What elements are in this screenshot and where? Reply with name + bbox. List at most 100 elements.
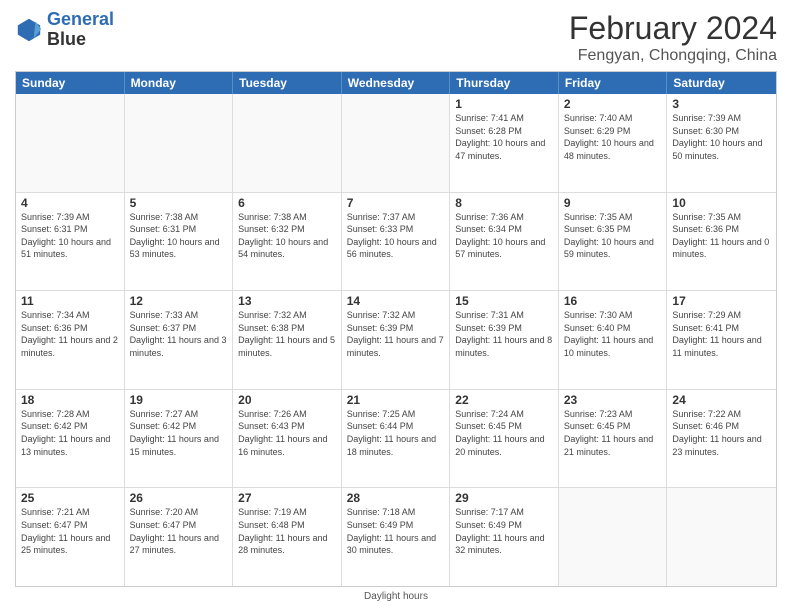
- calendar-body: 1Sunrise: 7:41 AM Sunset: 6:28 PM Daylig…: [16, 94, 776, 586]
- day-info: Sunrise: 7:32 AM Sunset: 6:38 PM Dayligh…: [238, 309, 336, 359]
- page-subtitle: Fengyan, Chongqing, China: [569, 47, 777, 65]
- logo-line1: General: [47, 9, 114, 29]
- day-number: 27: [238, 491, 336, 505]
- day-info: Sunrise: 7:29 AM Sunset: 6:41 PM Dayligh…: [672, 309, 771, 359]
- day-number: 16: [564, 294, 662, 308]
- day-number: 1: [455, 97, 553, 111]
- calendar-cell: 24Sunrise: 7:22 AM Sunset: 6:46 PM Dayli…: [667, 390, 776, 488]
- day-number: 5: [130, 196, 228, 210]
- day-info: Sunrise: 7:20 AM Sunset: 6:47 PM Dayligh…: [130, 506, 228, 556]
- day-info: Sunrise: 7:33 AM Sunset: 6:37 PM Dayligh…: [130, 309, 228, 359]
- logo-line2: Blue: [47, 30, 114, 50]
- calendar-cell: 21Sunrise: 7:25 AM Sunset: 6:44 PM Dayli…: [342, 390, 451, 488]
- calendar-cell: [16, 94, 125, 192]
- page-title: February 2024: [569, 10, 777, 47]
- day-info: Sunrise: 7:40 AM Sunset: 6:29 PM Dayligh…: [564, 112, 662, 162]
- title-block: February 2024 Fengyan, Chongqing, China: [569, 10, 777, 65]
- day-number: 10: [672, 196, 771, 210]
- day-info: Sunrise: 7:22 AM Sunset: 6:46 PM Dayligh…: [672, 408, 771, 458]
- day-number: 23: [564, 393, 662, 407]
- calendar-cell: 7Sunrise: 7:37 AM Sunset: 6:33 PM Daylig…: [342, 193, 451, 291]
- calendar-cell: 23Sunrise: 7:23 AM Sunset: 6:45 PM Dayli…: [559, 390, 668, 488]
- page: General Blue February 2024 Fengyan, Chon…: [0, 0, 792, 612]
- day-info: Sunrise: 7:35 AM Sunset: 6:36 PM Dayligh…: [672, 211, 771, 261]
- day-number: 14: [347, 294, 445, 308]
- calendar-cell: 6Sunrise: 7:38 AM Sunset: 6:32 PM Daylig…: [233, 193, 342, 291]
- calendar-header: SundayMondayTuesdayWednesdayThursdayFrid…: [16, 72, 776, 94]
- calendar-header-cell: Friday: [559, 72, 668, 94]
- day-number: 13: [238, 294, 336, 308]
- calendar-cell: 17Sunrise: 7:29 AM Sunset: 6:41 PM Dayli…: [667, 291, 776, 389]
- day-info: Sunrise: 7:41 AM Sunset: 6:28 PM Dayligh…: [455, 112, 553, 162]
- day-info: Sunrise: 7:36 AM Sunset: 6:34 PM Dayligh…: [455, 211, 553, 261]
- calendar-header-cell: Tuesday: [233, 72, 342, 94]
- day-number: 12: [130, 294, 228, 308]
- day-info: Sunrise: 7:19 AM Sunset: 6:48 PM Dayligh…: [238, 506, 336, 556]
- calendar-cell: 10Sunrise: 7:35 AM Sunset: 6:36 PM Dayli…: [667, 193, 776, 291]
- day-number: 24: [672, 393, 771, 407]
- calendar-cell: 8Sunrise: 7:36 AM Sunset: 6:34 PM Daylig…: [450, 193, 559, 291]
- calendar-cell: 19Sunrise: 7:27 AM Sunset: 6:42 PM Dayli…: [125, 390, 234, 488]
- logo: General Blue: [15, 10, 114, 50]
- day-info: Sunrise: 7:26 AM Sunset: 6:43 PM Dayligh…: [238, 408, 336, 458]
- calendar-header-cell: Saturday: [667, 72, 776, 94]
- calendar-cell: 2Sunrise: 7:40 AM Sunset: 6:29 PM Daylig…: [559, 94, 668, 192]
- calendar-cell: 16Sunrise: 7:30 AM Sunset: 6:40 PM Dayli…: [559, 291, 668, 389]
- day-number: 9: [564, 196, 662, 210]
- calendar-cell: 26Sunrise: 7:20 AM Sunset: 6:47 PM Dayli…: [125, 488, 234, 586]
- calendar-row: 4Sunrise: 7:39 AM Sunset: 6:31 PM Daylig…: [16, 193, 776, 292]
- calendar-cell: 25Sunrise: 7:21 AM Sunset: 6:47 PM Dayli…: [16, 488, 125, 586]
- calendar-header-cell: Thursday: [450, 72, 559, 94]
- calendar-row: 25Sunrise: 7:21 AM Sunset: 6:47 PM Dayli…: [16, 488, 776, 586]
- day-info: Sunrise: 7:32 AM Sunset: 6:39 PM Dayligh…: [347, 309, 445, 359]
- day-number: 19: [130, 393, 228, 407]
- day-number: 6: [238, 196, 336, 210]
- calendar-cell: 13Sunrise: 7:32 AM Sunset: 6:38 PM Dayli…: [233, 291, 342, 389]
- day-info: Sunrise: 7:31 AM Sunset: 6:39 PM Dayligh…: [455, 309, 553, 359]
- calendar-cell: 18Sunrise: 7:28 AM Sunset: 6:42 PM Dayli…: [16, 390, 125, 488]
- day-info: Sunrise: 7:28 AM Sunset: 6:42 PM Dayligh…: [21, 408, 119, 458]
- day-info: Sunrise: 7:24 AM Sunset: 6:45 PM Dayligh…: [455, 408, 553, 458]
- footer-text: Daylight hours: [364, 591, 428, 602]
- calendar-cell: 28Sunrise: 7:18 AM Sunset: 6:49 PM Dayli…: [342, 488, 451, 586]
- day-number: 11: [21, 294, 119, 308]
- calendar-cell: 27Sunrise: 7:19 AM Sunset: 6:48 PM Dayli…: [233, 488, 342, 586]
- day-info: Sunrise: 7:37 AM Sunset: 6:33 PM Dayligh…: [347, 211, 445, 261]
- logo-text: General Blue: [47, 10, 114, 50]
- calendar-cell: 1Sunrise: 7:41 AM Sunset: 6:28 PM Daylig…: [450, 94, 559, 192]
- calendar-cell: 14Sunrise: 7:32 AM Sunset: 6:39 PM Dayli…: [342, 291, 451, 389]
- calendar-cell: 22Sunrise: 7:24 AM Sunset: 6:45 PM Dayli…: [450, 390, 559, 488]
- day-number: 15: [455, 294, 553, 308]
- day-number: 8: [455, 196, 553, 210]
- day-number: 29: [455, 491, 553, 505]
- day-number: 21: [347, 393, 445, 407]
- calendar-cell: [342, 94, 451, 192]
- calendar-row: 18Sunrise: 7:28 AM Sunset: 6:42 PM Dayli…: [16, 390, 776, 489]
- day-number: 25: [21, 491, 119, 505]
- calendar: SundayMondayTuesdayWednesdayThursdayFrid…: [15, 71, 777, 587]
- day-info: Sunrise: 7:38 AM Sunset: 6:32 PM Dayligh…: [238, 211, 336, 261]
- calendar-cell: 12Sunrise: 7:33 AM Sunset: 6:37 PM Dayli…: [125, 291, 234, 389]
- day-info: Sunrise: 7:39 AM Sunset: 6:30 PM Dayligh…: [672, 112, 771, 162]
- header: General Blue February 2024 Fengyan, Chon…: [15, 10, 777, 65]
- day-info: Sunrise: 7:21 AM Sunset: 6:47 PM Dayligh…: [21, 506, 119, 556]
- day-number: 18: [21, 393, 119, 407]
- day-number: 4: [21, 196, 119, 210]
- day-info: Sunrise: 7:23 AM Sunset: 6:45 PM Dayligh…: [564, 408, 662, 458]
- logo-icon: [15, 16, 43, 44]
- calendar-cell: 4Sunrise: 7:39 AM Sunset: 6:31 PM Daylig…: [16, 193, 125, 291]
- day-info: Sunrise: 7:34 AM Sunset: 6:36 PM Dayligh…: [21, 309, 119, 359]
- day-number: 26: [130, 491, 228, 505]
- calendar-cell: 9Sunrise: 7:35 AM Sunset: 6:35 PM Daylig…: [559, 193, 668, 291]
- day-number: 20: [238, 393, 336, 407]
- day-info: Sunrise: 7:39 AM Sunset: 6:31 PM Dayligh…: [21, 211, 119, 261]
- day-info: Sunrise: 7:18 AM Sunset: 6:49 PM Dayligh…: [347, 506, 445, 556]
- day-info: Sunrise: 7:25 AM Sunset: 6:44 PM Dayligh…: [347, 408, 445, 458]
- calendar-header-cell: Sunday: [16, 72, 125, 94]
- day-number: 3: [672, 97, 771, 111]
- calendar-row: 11Sunrise: 7:34 AM Sunset: 6:36 PM Dayli…: [16, 291, 776, 390]
- calendar-cell: 29Sunrise: 7:17 AM Sunset: 6:49 PM Dayli…: [450, 488, 559, 586]
- day-info: Sunrise: 7:27 AM Sunset: 6:42 PM Dayligh…: [130, 408, 228, 458]
- calendar-row: 1Sunrise: 7:41 AM Sunset: 6:28 PM Daylig…: [16, 94, 776, 193]
- day-number: 28: [347, 491, 445, 505]
